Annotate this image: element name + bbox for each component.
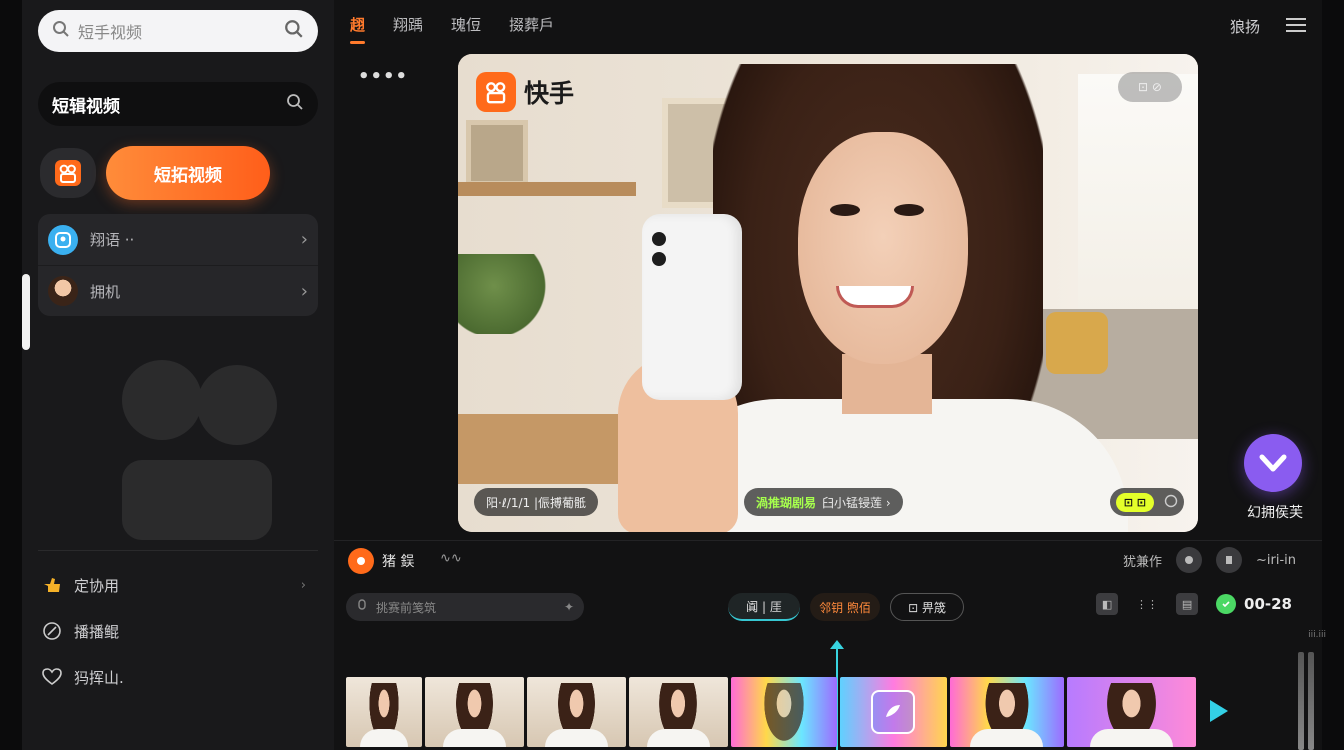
avatar	[48, 224, 78, 255]
clip-search-input[interactable]: 挑赛前笺筑	[376, 599, 556, 616]
search-bar[interactable]: 短手视频	[38, 10, 318, 52]
preview-options-pill[interactable]: ⊡ ⊘	[1118, 72, 1182, 102]
sidebar-item-edit[interactable]: 播播鲲	[40, 608, 320, 654]
clip-thumbnail[interactable]	[949, 677, 1064, 747]
brand-watermark: 快手	[476, 72, 574, 112]
list-item[interactable]: 拥机 ›	[38, 265, 318, 316]
scrollbar[interactable]	[22, 274, 30, 350]
level-label: iii.iii	[1308, 630, 1326, 640]
caption-chip-right[interactable]: ⊡ ⊡	[1109, 488, 1184, 516]
account-list: 翔语 ·· › 拥机 ›	[38, 214, 318, 316]
mic-icon	[356, 598, 368, 616]
segment-tab-1[interactable]: 阗 | 厓	[728, 593, 800, 621]
video-preview[interactable]: 快手 ⊡ ⊘ 阳·ℓ/1/1 |侲搏葡骶 渦推瑚剧易 臼小锰锓莲 › ⊡ ⊡	[458, 54, 1198, 532]
editor-right-label[interactable]: 犹兼作	[1123, 551, 1162, 570]
tab-home[interactable]: 趐	[350, 14, 366, 44]
chevron-right-icon: ›	[300, 280, 308, 302]
chevron-right-icon: ›	[300, 229, 308, 250]
avatar-icon[interactable]	[1175, 547, 1202, 573]
kuaishou-logo-button[interactable]	[40, 148, 96, 198]
like-button[interactable]	[1244, 434, 1302, 492]
menu-icon[interactable]	[1286, 17, 1306, 37]
person-icon[interactable]	[1215, 547, 1242, 573]
tab-3[interactable]: 瑰侸	[451, 14, 481, 44]
waveform-icon: ∿∿	[440, 551, 462, 566]
pen-icon	[40, 621, 64, 641]
split-icon[interactable]: ⋮⋮	[1136, 593, 1158, 615]
volume-meter	[1298, 652, 1314, 750]
avatar	[48, 276, 78, 306]
kuaishou-watermark-icon	[122, 360, 277, 540]
clip-thumbnail[interactable]	[1066, 677, 1197, 747]
editor-right-suffix: ~iri-in	[1255, 552, 1296, 568]
list-item[interactable]: 翔语 ·· ›	[38, 214, 318, 265]
sidebar-menu: 定协用 › 播播鲲 犸挥山.	[40, 562, 320, 700]
more-options-icon[interactable]: ••••	[358, 66, 408, 87]
timecode: 00-28	[1216, 594, 1292, 614]
editor-actions: 犹兼作 ~iri-in	[1123, 547, 1296, 573]
toolbar-right: ◧ ⋮⋮ ▤ 00-28	[1096, 593, 1292, 615]
caption-chip-left[interactable]: 阳·ℓ/1/1 |侲搏葡骶	[474, 488, 598, 516]
top-right-actions: 狼扬	[1230, 16, 1306, 37]
tab-4[interactable]: 掇葬戶	[509, 14, 554, 44]
clip-thumbnail[interactable]	[425, 677, 524, 747]
divider	[38, 550, 318, 551]
effect-icon	[871, 690, 916, 734]
clip-thumbnail[interactable]	[730, 677, 838, 747]
status-dot-icon	[1216, 594, 1237, 614]
hand-icon	[40, 576, 64, 594]
person-face	[798, 132, 968, 364]
brand-name: 快手	[524, 79, 575, 108]
search-submit-icon[interactable]	[284, 19, 304, 43]
sidebar-item-more[interactable]: 犸挥山.	[40, 654, 320, 700]
create-video-button[interactable]: 短拓视频	[106, 146, 270, 200]
kuaishou-icon[interactable]	[348, 548, 374, 574]
heart-chevron-icon	[1259, 454, 1287, 472]
editor-toolbar: 挑赛前笺筑 ✦ 阗 | 厓 邻钥 煦佰 ⊡ 畀筬 ◧ ⋮⋮ ▤ 00-28	[334, 586, 1322, 626]
sparkle-icon: ✦	[563, 600, 574, 614]
top-tabs: 趐 翔踽 瑰侸 掇葬戶	[350, 14, 554, 44]
search-input[interactable]: 短手视频	[78, 19, 284, 43]
segment-tab-2[interactable]: 邻钥 煦佰	[810, 593, 880, 621]
effect-clip[interactable]	[840, 677, 947, 747]
sidebar-title[interactable]: 短辑视频	[38, 82, 318, 126]
info-icon	[1164, 493, 1178, 512]
sidebar-item-featured[interactable]: 定协用 ›	[40, 562, 320, 608]
clip-search[interactable]: 挑赛前笺筑 ✦	[346, 593, 584, 621]
tab-2[interactable]: 翔踽	[393, 14, 423, 44]
segment-tab-3[interactable]: ⊡ 畀筬	[890, 593, 964, 621]
clip-thumbnail[interactable]	[526, 677, 626, 747]
search-icon[interactable]	[286, 93, 304, 116]
kuaishou-icon	[55, 160, 81, 186]
editor-title: 猪 鋘	[382, 554, 415, 570]
clip-thumbnail[interactable]	[346, 677, 423, 747]
chevron-right-icon: ›	[300, 577, 306, 593]
play-icon[interactable]	[1210, 700, 1228, 722]
timeline-track[interactable]	[346, 677, 1197, 747]
caption-chip-mid[interactable]: 渦推瑚剧易 臼小锰锓莲 ›	[744, 488, 903, 516]
like-label: 幻拥侯芙	[1247, 505, 1303, 521]
layers-icon[interactable]: ▤	[1176, 593, 1199, 615]
sidebar: 短手视频 短辑视频 短拓视频 翔语 ·· › 拥机 › 定协用 › 播播鲲 犸挥…	[22, 0, 334, 750]
kuaishou-icon	[476, 72, 516, 112]
editor-header: 猪 鋘 ∿∿ 犹兼作 ~iri-in	[334, 540, 1322, 580]
crop-icon[interactable]: ◧	[1096, 593, 1119, 615]
heart-outline-icon	[40, 668, 64, 686]
clip-thumbnail[interactable]	[628, 677, 728, 747]
top-right-link[interactable]: 狼扬	[1230, 16, 1260, 37]
search-icon	[52, 20, 70, 42]
